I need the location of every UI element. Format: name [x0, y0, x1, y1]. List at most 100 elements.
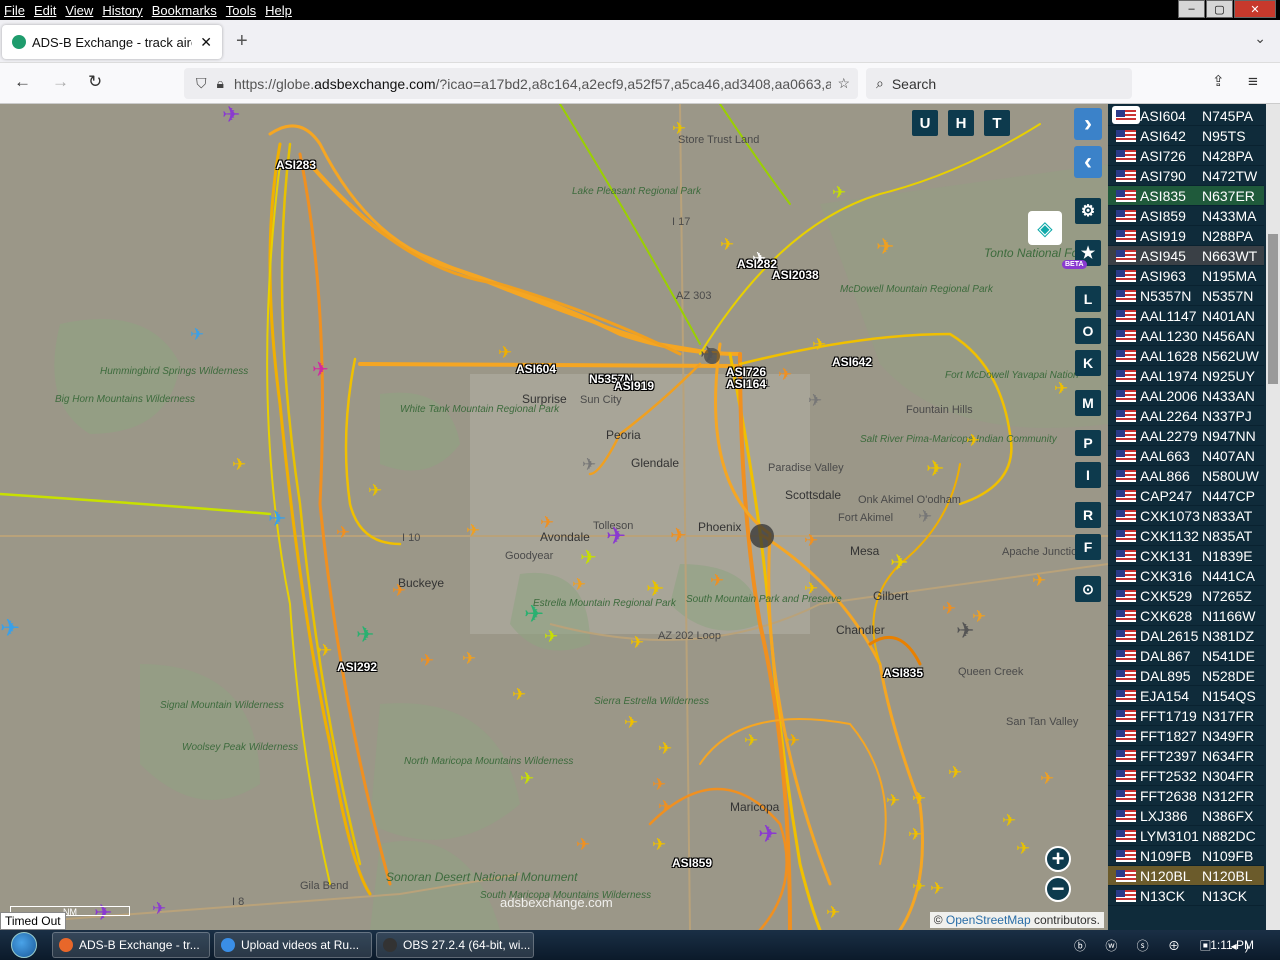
aircraft-icon[interactable]: ✈	[918, 508, 932, 525]
aircraft-icon[interactable]: ✈	[890, 552, 908, 574]
aircraft-icon[interactable]: ✈	[512, 686, 526, 703]
aircraft-list-row[interactable]: FFT2397 N634FR	[1108, 746, 1264, 766]
scrollbar-thumb[interactable]	[1268, 234, 1278, 384]
toggle-k-button[interactable]: K	[1075, 350, 1101, 376]
aircraft-icon[interactable]: ✈	[582, 456, 596, 473]
aircraft-icon[interactable]: ✈	[498, 344, 512, 361]
menu-history[interactable]: History	[102, 3, 142, 18]
maximize-button[interactable]: ▢	[1206, 0, 1233, 18]
aircraft-icon[interactable]: ✈	[624, 714, 638, 731]
aircraft-icon[interactable]: ✈	[222, 104, 240, 126]
toggle-p-button[interactable]: P	[1075, 430, 1101, 456]
toggle-o-button[interactable]: O	[1075, 318, 1101, 344]
aircraft-label[interactable]: ASI642	[832, 355, 872, 369]
aircraft-label[interactable]: ASI164	[726, 377, 766, 391]
aircraft-icon[interactable]: ✈	[672, 120, 686, 137]
aircraft-list-row[interactable]: AAL2279 N947NN	[1108, 426, 1264, 446]
aircraft-icon[interactable]: ✈	[420, 652, 434, 669]
aircraft-icon[interactable]: ✈	[744, 732, 758, 749]
tracking-shield-icon[interactable]: ⛉	[196, 75, 207, 92]
menu-help[interactable]: Help	[265, 3, 292, 18]
toggle-f-button[interactable]: F	[1075, 534, 1101, 560]
aircraft-list-row[interactable]: ASI835 N637ER	[1108, 186, 1264, 206]
aircraft-list-row[interactable]: AAL2264 N337PJ	[1108, 406, 1264, 426]
taskbar-task[interactable]: Upload videos at Ru...	[214, 932, 372, 958]
aircraft-list-row[interactable]: AAL1628 N562UW	[1108, 346, 1264, 366]
taskbar-task[interactable]: OBS 27.2.4 (64-bit, wi...	[376, 932, 534, 958]
tab-adsb[interactable]: ADS-B Exchange - track aircraft ✕	[2, 25, 222, 59]
aircraft-icon[interactable]: ✈	[812, 336, 826, 353]
aircraft-table[interactable]: ◂▸ ASI604N745PAASI642N95TSASI726N428PAAS…	[1108, 104, 1280, 930]
extensions-icon[interactable]: ⇪	[1212, 72, 1225, 90]
aircraft-list-row[interactable]: CXK1073 N833AT	[1108, 506, 1264, 526]
aircraft-icon[interactable]: ✈	[876, 236, 894, 258]
aircraft-list-row[interactable]: FFT2532 N304FR	[1108, 766, 1264, 786]
aircraft-icon[interactable]: ✈	[576, 836, 590, 853]
aircraft-list-row[interactable]: CXK131 N1839E	[1108, 546, 1264, 566]
aircraft-icon[interactable]: ✈	[700, 344, 718, 366]
aircraft-icon[interactable]: ✈	[804, 580, 818, 597]
new-tab-button[interactable]: +	[236, 30, 248, 53]
aircraft-icon[interactable]: ✈	[336, 524, 350, 541]
aircraft-icon[interactable]: ✈	[540, 514, 554, 531]
aircraft-icon[interactable]: ✈	[670, 526, 687, 546]
aircraft-list-row[interactable]: CXK628 N1166W	[1108, 606, 1264, 626]
menu-tools[interactable]: Tools	[226, 3, 256, 18]
menu-file[interactable]: File	[4, 3, 25, 18]
aircraft-list-row[interactable]: AAL866 N580UW	[1108, 466, 1264, 486]
aircraft-icon[interactable]: ✈	[652, 776, 666, 793]
close-window-button[interactable]: ✕	[1234, 0, 1276, 18]
aircraft-list-row[interactable]: LYM3101 N882DC	[1108, 826, 1264, 846]
aircraft-list-row[interactable]: LXJ386 N386FX	[1108, 806, 1264, 826]
aircraft-icon[interactable]: ✈	[720, 236, 734, 253]
aircraft-list-row[interactable]: CAP247 N447CP	[1108, 486, 1264, 506]
aircraft-icon[interactable]: ✈	[778, 366, 792, 383]
aircraft-icon[interactable]: ✈	[942, 600, 956, 617]
aircraft-icon[interactable]: ✈	[758, 823, 778, 847]
aircraft-icon[interactable]: ✈	[1016, 840, 1030, 857]
aircraft-list-row[interactable]: AAL1230 N456AN	[1108, 326, 1264, 346]
toggle-t-button[interactable]: T	[984, 110, 1010, 136]
url-bar[interactable]: ⛉ 🔒︎ https://globe. adsbexchange.com/?ica…	[184, 68, 858, 99]
osm-link[interactable]: OpenStreetMap	[946, 913, 1031, 927]
aircraft-icon[interactable]: ✈	[392, 582, 406, 599]
aircraft-label[interactable]: ASI835	[883, 666, 923, 680]
aircraft-label[interactable]: ASI859	[672, 856, 712, 870]
aircraft-list-row[interactable]: ASI919 N288PA	[1108, 226, 1264, 246]
aircraft-icon[interactable]: ✈	[606, 525, 626, 549]
taskbar-task[interactable]: ADS-B Exchange - tr...	[52, 932, 210, 958]
reload-button[interactable]: ↻	[88, 72, 102, 92]
toggle-r-button[interactable]: R	[1075, 502, 1101, 528]
layers-icon[interactable]: ◈	[1028, 211, 1062, 245]
aircraft-list-row[interactable]: AAL663 N407AN	[1108, 446, 1264, 466]
aircraft-icon[interactable]: ✈	[544, 628, 558, 645]
aircraft-icon[interactable]: ✈	[630, 634, 644, 651]
aircraft-icon[interactable]: ✈	[646, 578, 664, 600]
aircraft-list-row[interactable]: ASI945 N663WT	[1108, 246, 1264, 266]
aircraft-list-row[interactable]: N109FB N109FB	[1108, 846, 1264, 866]
aircraft-icon[interactable]: ✈	[658, 798, 672, 815]
aircraft-icon[interactable]: ✈	[524, 603, 544, 627]
aircraft-list-row[interactable]: AAL1147 N401AN	[1108, 306, 1264, 326]
zoom-in-button[interactable]: +	[1045, 846, 1071, 872]
aircraft-list-row[interactable]: EJA154 N154QS	[1108, 686, 1264, 706]
toggle-l-button[interactable]: L	[1075, 286, 1101, 312]
aircraft-icon[interactable]: ✈	[318, 642, 332, 659]
aircraft-list-row[interactable]: CXK1132 N835AT	[1108, 526, 1264, 546]
aircraft-icon[interactable]: ✈	[948, 764, 962, 781]
aircraft-label[interactable]: ASI604	[516, 362, 556, 376]
aircraft-list-row[interactable]: FFT2638 N312FR	[1108, 786, 1264, 806]
aircraft-icon[interactable]: ✈	[652, 836, 666, 853]
aircraft-list-row[interactable]: ASI859 N433MA	[1108, 206, 1264, 226]
aircraft-icon[interactable]: ✈	[808, 392, 822, 409]
aircraft-icon[interactable]: ✈	[832, 184, 846, 201]
list-tabs-icon[interactable]: ⌄	[1254, 30, 1266, 47]
aircraft-icon[interactable]: ✈	[152, 900, 166, 917]
aircraft-icon[interactable]: ✈	[356, 624, 374, 646]
aircraft-list-row[interactable]: DAL867 N541DE	[1108, 646, 1264, 666]
replay-icon[interactable]: ⊙	[1075, 576, 1101, 602]
search-input[interactable]: ⌕ Search	[866, 68, 1132, 99]
chevron-right-icon[interactable]: ›	[1074, 108, 1102, 140]
aircraft-list-row[interactable]: FFT1827 N349FR	[1108, 726, 1264, 746]
aircraft-list-row[interactable]: N5357N N5357N	[1108, 286, 1264, 306]
